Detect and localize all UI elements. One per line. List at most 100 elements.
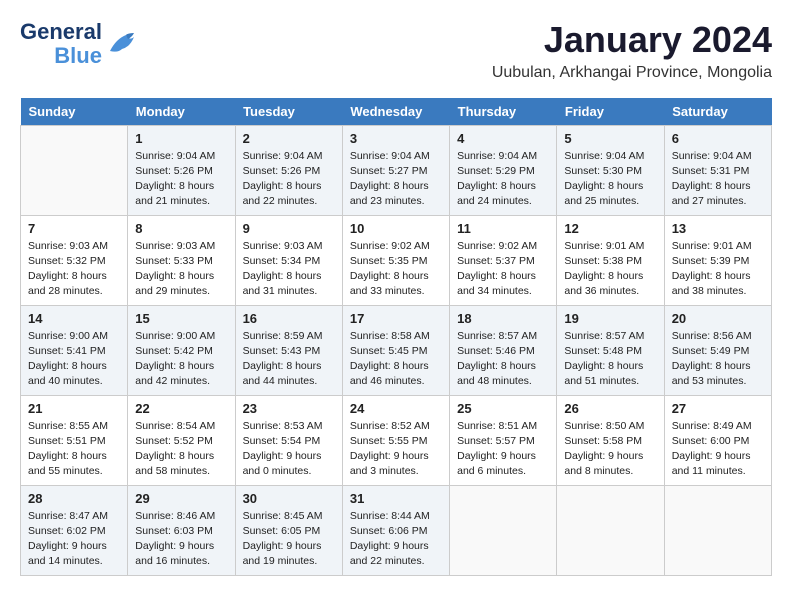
- day-info: Sunrise: 8:49 AMSunset: 6:00 PMDaylight:…: [672, 419, 764, 480]
- day-number: 4: [457, 131, 549, 146]
- calendar-cell: 28 Sunrise: 8:47 AMSunset: 6:02 PMDayligh…: [21, 485, 128, 575]
- location: Uubulan, Arkhangai Province, Mongolia: [492, 64, 772, 82]
- calendar-week-row: 28 Sunrise: 8:47 AMSunset: 6:02 PMDayligh…: [21, 485, 772, 575]
- day-info: Sunrise: 9:03 AMSunset: 5:34 PMDaylight:…: [243, 239, 335, 300]
- day-info: Sunrise: 9:01 AMSunset: 5:38 PMDaylight:…: [564, 239, 656, 300]
- calendar-cell: 2Sunrise: 9:04 AMSunset: 5:26 PMDaylight…: [235, 125, 342, 215]
- calendar-cell: 22 Sunrise: 8:54 AMSunset: 5:52 PMDayligh…: [128, 395, 235, 485]
- day-info: Sunrise: 8:44 AMSunset: 6:06 PMDaylight:…: [350, 509, 442, 570]
- calendar-cell: 1 Sunrise: 9:04 AMSunset: 5:26 PMDaylight…: [128, 125, 235, 215]
- calendar-cell: 8Sunrise: 9:03 AMSunset: 5:33 PMDaylight…: [128, 215, 235, 305]
- day-number: 3: [350, 131, 442, 146]
- day-number: 25: [457, 401, 549, 416]
- day-info: Sunrise: 9:04 AMSunset: 5:27 PMDaylight:…: [350, 149, 442, 210]
- logo-bird-icon: [106, 31, 138, 57]
- weekday-header-wednesday: Wednesday: [342, 98, 449, 126]
- day-info: Sunrise: 8:45 AMSunset: 6:05 PMDaylight:…: [243, 509, 335, 570]
- day-number: 8: [135, 221, 227, 236]
- day-number: 21: [28, 401, 120, 416]
- calendar-cell: 17 Sunrise: 8:58 AMSunset: 5:45 PMDayligh…: [342, 305, 449, 395]
- day-number: 31: [350, 491, 442, 506]
- day-info: Sunrise: 8:53 AMSunset: 5:54 PMDaylight:…: [243, 419, 335, 480]
- calendar-cell: 9 Sunrise: 9:03 AMSunset: 5:34 PMDaylight…: [235, 215, 342, 305]
- day-info: Sunrise: 9:04 AMSunset: 5:26 PMDaylight:…: [135, 149, 227, 210]
- day-info: Sunrise: 8:52 AMSunset: 5:55 PMDaylight:…: [350, 419, 442, 480]
- day-info: Sunrise: 8:59 AMSunset: 5:43 PMDaylight:…: [243, 329, 335, 390]
- day-number: 16: [243, 311, 335, 326]
- day-info: Sunrise: 9:02 AMSunset: 5:35 PMDaylight:…: [350, 239, 442, 300]
- day-number: 24: [350, 401, 442, 416]
- day-number: 20: [672, 311, 764, 326]
- calendar-cell: 25Sunrise: 8:51 AMSunset: 5:57 PMDayligh…: [450, 395, 557, 485]
- day-info: Sunrise: 8:54 AMSunset: 5:52 PMDaylight:…: [135, 419, 227, 480]
- calendar-cell: 16 Sunrise: 8:59 AMSunset: 5:43 PMDayligh…: [235, 305, 342, 395]
- day-number: 26: [564, 401, 656, 416]
- weekday-header-thursday: Thursday: [450, 98, 557, 126]
- calendar-cell: 7 Sunrise: 9:03 AMSunset: 5:32 PMDaylight…: [21, 215, 128, 305]
- calendar-cell: 13 Sunrise: 9:01 AMSunset: 5:39 PMDayligh…: [664, 215, 771, 305]
- day-number: 14: [28, 311, 120, 326]
- day-number: 18: [457, 311, 549, 326]
- day-info: Sunrise: 9:04 AMSunset: 5:29 PMDaylight:…: [457, 149, 549, 210]
- day-number: 30: [243, 491, 335, 506]
- weekday-header-tuesday: Tuesday: [235, 98, 342, 126]
- day-info: Sunrise: 9:04 AMSunset: 5:31 PMDaylight:…: [672, 149, 764, 210]
- calendar-cell: 3 Sunrise: 9:04 AMSunset: 5:27 PMDaylight…: [342, 125, 449, 215]
- day-number: 10: [350, 221, 442, 236]
- calendar-cell: 10 Sunrise: 9:02 AMSunset: 5:35 PMDayligh…: [342, 215, 449, 305]
- day-number: 15: [135, 311, 227, 326]
- day-number: 11: [457, 221, 549, 236]
- day-number: 6: [672, 131, 764, 146]
- calendar-week-row: 7 Sunrise: 9:03 AMSunset: 5:32 PMDaylight…: [21, 215, 772, 305]
- day-info: Sunrise: 9:00 AMSunset: 5:42 PMDaylight:…: [135, 329, 227, 390]
- day-number: 5: [564, 131, 656, 146]
- day-info: Sunrise: 9:03 AMSunset: 5:32 PMDaylight:…: [28, 239, 120, 300]
- weekday-header-saturday: Saturday: [664, 98, 771, 126]
- logo: General Blue: [20, 20, 138, 68]
- calendar-cell: [557, 485, 664, 575]
- day-number: 19: [564, 311, 656, 326]
- day-info: Sunrise: 8:46 AMSunset: 6:03 PMDaylight:…: [135, 509, 227, 570]
- weekday-header-sunday: Sunday: [21, 98, 128, 126]
- day-number: 13: [672, 221, 764, 236]
- day-number: 2: [243, 131, 335, 146]
- calendar-cell: 19Sunrise: 8:57 AMSunset: 5:48 PMDayligh…: [557, 305, 664, 395]
- calendar-table: SundayMondayTuesdayWednesdayThursdayFrid…: [20, 98, 772, 576]
- calendar-cell: [450, 485, 557, 575]
- calendar-cell: 23Sunrise: 8:53 AMSunset: 5:54 PMDayligh…: [235, 395, 342, 485]
- logo-line1: General: [20, 20, 102, 44]
- page-header: General Blue January 2024 Uubulan, Arkha…: [20, 20, 772, 82]
- day-info: Sunrise: 9:01 AMSunset: 5:39 PMDaylight:…: [672, 239, 764, 300]
- day-info: Sunrise: 8:57 AMSunset: 5:46 PMDaylight:…: [457, 329, 549, 390]
- day-number: 28: [28, 491, 120, 506]
- calendar-cell: 24 Sunrise: 8:52 AMSunset: 5:55 PMDayligh…: [342, 395, 449, 485]
- calendar-cell: 29Sunrise: 8:46 AMSunset: 6:03 PMDayligh…: [128, 485, 235, 575]
- day-number: 12: [564, 221, 656, 236]
- calendar-cell: 4 Sunrise: 9:04 AMSunset: 5:29 PMDaylight…: [450, 125, 557, 215]
- calendar-cell: 27Sunrise: 8:49 AMSunset: 6:00 PMDayligh…: [664, 395, 771, 485]
- calendar-week-row: 14 Sunrise: 9:00 AMSunset: 5:41 PMDayligh…: [21, 305, 772, 395]
- day-number: 1: [135, 131, 227, 146]
- day-number: 17: [350, 311, 442, 326]
- calendar-cell: 31 Sunrise: 8:44 AMSunset: 6:06 PMDayligh…: [342, 485, 449, 575]
- day-info: Sunrise: 9:00 AMSunset: 5:41 PMDaylight:…: [28, 329, 120, 390]
- calendar-cell: 26Sunrise: 8:50 AMSunset: 5:58 PMDayligh…: [557, 395, 664, 485]
- calendar-cell: 6 Sunrise: 9:04 AMSunset: 5:31 PMDaylight…: [664, 125, 771, 215]
- weekday-header-monday: Monday: [128, 98, 235, 126]
- day-number: 22: [135, 401, 227, 416]
- day-info: Sunrise: 9:04 AMSunset: 5:30 PMDaylight:…: [564, 149, 656, 210]
- day-number: 9: [243, 221, 335, 236]
- calendar-cell: [21, 125, 128, 215]
- calendar-cell: 20Sunrise: 8:56 AMSunset: 5:49 PMDayligh…: [664, 305, 771, 395]
- day-info: Sunrise: 8:47 AMSunset: 6:02 PMDaylight:…: [28, 509, 120, 570]
- weekday-header-friday: Friday: [557, 98, 664, 126]
- day-number: 7: [28, 221, 120, 236]
- weekday-header-row: SundayMondayTuesdayWednesdayThursdayFrid…: [21, 98, 772, 126]
- calendar-cell: 30 Sunrise: 8:45 AMSunset: 6:05 PMDayligh…: [235, 485, 342, 575]
- day-info: Sunrise: 8:58 AMSunset: 5:45 PMDaylight:…: [350, 329, 442, 390]
- calendar-week-row: 21 Sunrise: 8:55 AMSunset: 5:51 PMDayligh…: [21, 395, 772, 485]
- day-info: Sunrise: 8:55 AMSunset: 5:51 PMDaylight:…: [28, 419, 120, 480]
- calendar-cell: 21 Sunrise: 8:55 AMSunset: 5:51 PMDayligh…: [21, 395, 128, 485]
- calendar-cell: 5 Sunrise: 9:04 AMSunset: 5:30 PMDaylight…: [557, 125, 664, 215]
- calendar-cell: 14 Sunrise: 9:00 AMSunset: 5:41 PMDayligh…: [21, 305, 128, 395]
